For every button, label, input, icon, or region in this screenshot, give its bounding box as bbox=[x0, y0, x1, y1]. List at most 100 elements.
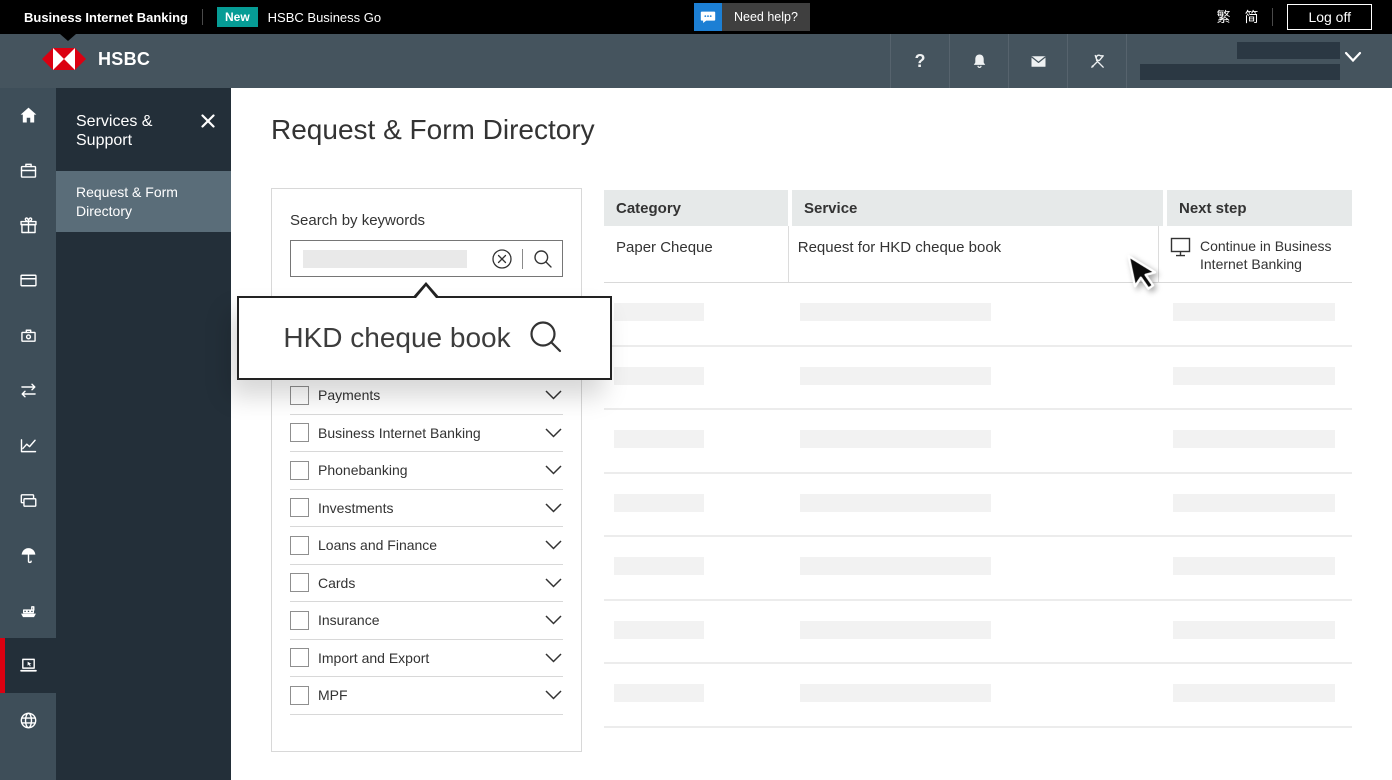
umbrella-icon bbox=[18, 545, 39, 566]
home-icon bbox=[18, 105, 39, 126]
cards-icon bbox=[18, 490, 39, 511]
chevron-down-icon[interactable] bbox=[544, 689, 563, 701]
column-header-next-step: Next step bbox=[1167, 190, 1352, 226]
results-table: Category Service Next step Paper Cheque … bbox=[604, 190, 1352, 728]
chevron-down-icon[interactable] bbox=[544, 577, 563, 589]
monitor-icon bbox=[1170, 237, 1191, 257]
skeleton-bar-next-step bbox=[1173, 430, 1335, 448]
magnifier-icon bbox=[526, 318, 566, 358]
filter-row-loans-and-finance: Loans and Finance bbox=[290, 527, 563, 565]
search-divider bbox=[522, 248, 523, 269]
skeleton-bar-service bbox=[800, 684, 991, 702]
table-row[interactable]: Paper Cheque Request for HKD cheque book… bbox=[604, 226, 1352, 283]
topbar-divider bbox=[1272, 8, 1274, 26]
sidebar-rail-item-gift[interactable] bbox=[0, 198, 56, 253]
table-row-skeleton bbox=[604, 474, 1352, 537]
business-go-tab-label[interactable]: HSBC Business Go bbox=[268, 10, 381, 25]
tools-button[interactable] bbox=[1067, 34, 1126, 88]
skeleton-bar-next-step bbox=[1173, 493, 1335, 512]
skeleton-bar-category bbox=[614, 366, 704, 385]
clear-search-icon[interactable] bbox=[491, 248, 513, 270]
column-header-category: Category bbox=[604, 190, 788, 226]
globe-icon bbox=[18, 710, 39, 731]
skeleton-bar-next-step bbox=[1173, 557, 1335, 575]
help-button[interactable]: ? bbox=[890, 34, 949, 88]
skeleton-bar-category bbox=[614, 557, 704, 575]
sidebar-rail-item-cards[interactable] bbox=[0, 473, 56, 528]
sidebar-rail-item-briefcase[interactable] bbox=[0, 143, 56, 198]
filter-label: Cards bbox=[318, 574, 356, 591]
checkbox-business-internet-banking[interactable] bbox=[290, 423, 309, 443]
need-help-button[interactable]: Need help? bbox=[694, 3, 810, 31]
sidebar-rail-item-transfers[interactable] bbox=[0, 363, 56, 418]
product-tab-label[interactable]: Business Internet Banking bbox=[24, 10, 188, 25]
filter-label: Loans and Finance bbox=[318, 537, 438, 554]
sidebar-item-request-form-directory[interactable]: Request & Form Directory bbox=[56, 171, 231, 232]
chevron-down-icon[interactable] bbox=[544, 427, 563, 439]
checkbox-insurance[interactable] bbox=[290, 610, 309, 630]
checkbox-cards[interactable] bbox=[290, 573, 309, 593]
skeleton-bar-service bbox=[800, 303, 991, 321]
checkbox-payments[interactable] bbox=[290, 385, 309, 405]
table-row-skeleton bbox=[604, 664, 1352, 728]
need-help-label: Need help? bbox=[734, 10, 798, 24]
chevron-down-icon[interactable] bbox=[544, 652, 563, 664]
sidebar-rail-item-laptop[interactable] bbox=[0, 638, 56, 693]
lang-traditional-chinese[interactable]: 繁 bbox=[1216, 7, 1230, 27]
sidebar-rail-item-umbrella[interactable] bbox=[0, 528, 56, 583]
skeleton-bar-category bbox=[614, 430, 704, 448]
chevron-down-icon[interactable] bbox=[544, 389, 563, 401]
checkbox-loans-and-finance[interactable] bbox=[290, 535, 309, 555]
close-icon[interactable] bbox=[197, 110, 219, 132]
log-off-button[interactable]: Log off bbox=[1287, 4, 1372, 30]
lang-simplified-chinese[interactable]: 简 bbox=[1244, 7, 1258, 27]
tools-icon bbox=[1087, 51, 1108, 72]
page-title: Request & Form Directory bbox=[271, 114, 595, 145]
sidebar-rail-item-chart[interactable] bbox=[0, 418, 56, 473]
sidebar-rail-item-card[interactable] bbox=[0, 253, 56, 308]
skeleton-bar-category bbox=[614, 493, 704, 512]
deposit-box-icon bbox=[18, 325, 39, 346]
filter-row-phonebanking: Phonebanking bbox=[290, 452, 563, 490]
chevron-down-icon[interactable] bbox=[544, 539, 563, 551]
skeleton-bar-next-step bbox=[1173, 620, 1335, 639]
mail-icon bbox=[1028, 51, 1049, 72]
checkbox-import-and-export[interactable] bbox=[290, 648, 309, 668]
next-step-link[interactable]: Continue in Business Internet Banking bbox=[1200, 237, 1352, 273]
laptop-icon bbox=[18, 655, 39, 676]
checkbox-mpf[interactable] bbox=[290, 685, 309, 705]
checkbox-phonebanking[interactable] bbox=[290, 460, 309, 480]
bell-button[interactable] bbox=[949, 34, 1008, 88]
gift-icon bbox=[18, 215, 39, 236]
sidebar-rail-item-globe[interactable] bbox=[0, 693, 56, 748]
app-header: HSBC ? bbox=[0, 34, 1392, 88]
cell-next-step[interactable]: Continue in Business Internet Banking bbox=[1158, 226, 1352, 282]
table-row-skeleton bbox=[604, 283, 1352, 347]
search-icon[interactable] bbox=[532, 248, 554, 270]
chevron-down-icon[interactable] bbox=[544, 502, 563, 514]
search-zoom-tooltip: HKD cheque book bbox=[237, 282, 612, 380]
help-icon: ? bbox=[914, 50, 926, 71]
header-icon-group: ? bbox=[890, 34, 1127, 88]
skeleton-bar-category bbox=[614, 303, 704, 321]
search-input[interactable] bbox=[290, 240, 563, 277]
chevron-down-icon[interactable] bbox=[544, 614, 563, 626]
table-row-skeleton bbox=[604, 347, 1352, 410]
sidebar-rail-item-ship[interactable] bbox=[0, 583, 56, 638]
skeleton-bar-category bbox=[614, 684, 704, 702]
table-row-skeleton bbox=[604, 537, 1352, 601]
column-header-service: Service bbox=[792, 190, 1163, 226]
filter-label: Import and Export bbox=[318, 649, 430, 666]
account-chevron-down-icon[interactable] bbox=[1344, 51, 1362, 63]
checkbox-investments[interactable] bbox=[290, 498, 309, 518]
search-filter-panel: Search by keywords Payments Business Inte… bbox=[271, 188, 582, 752]
active-tab-notch bbox=[60, 34, 76, 41]
sidebar-rail-item-home[interactable] bbox=[0, 88, 56, 143]
skeleton-bar-service bbox=[800, 366, 991, 385]
filter-label: Phonebanking bbox=[318, 462, 408, 479]
sidebar-rail-item-deposit-box[interactable] bbox=[0, 308, 56, 363]
filter-list: Payments Business Internet Banking Phoneba… bbox=[272, 377, 581, 715]
chevron-down-icon[interactable] bbox=[544, 464, 563, 476]
filter-row-payments: Payments bbox=[290, 377, 563, 415]
mail-button[interactable] bbox=[1008, 34, 1067, 88]
